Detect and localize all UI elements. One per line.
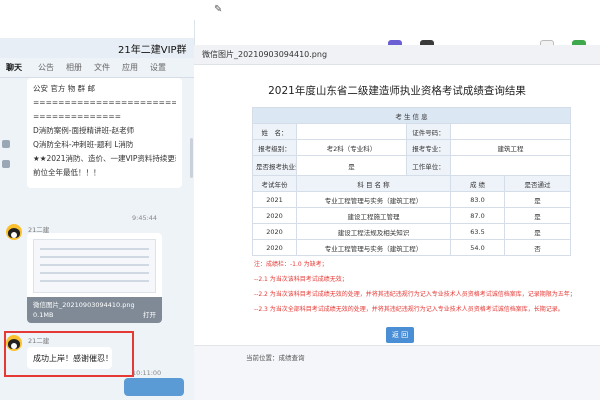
exam-year: 2020 bbox=[252, 223, 297, 240]
column-header: 是否通过 bbox=[503, 175, 572, 192]
major-label: 报考专业： bbox=[406, 139, 451, 156]
column-header: 考试年份 bbox=[252, 175, 297, 192]
notice-line: 前位全年最低！！！ bbox=[33, 168, 101, 177]
result-page-title: 2021年度山东省二级建造师执业资格考试成绩查询结果 bbox=[268, 85, 526, 97]
exam-year: 2020 bbox=[252, 207, 297, 224]
pass-status: 是 bbox=[503, 191, 572, 208]
exam-year: 2021 bbox=[252, 191, 297, 208]
tab-notice[interactable]: 公告 bbox=[38, 62, 54, 73]
footer-location: 当前位置：成绩查询 bbox=[246, 354, 305, 362]
notice-line: D消防案例-面授精讲班-赵老师 bbox=[33, 126, 135, 135]
image-viewer-window: 微信图片_20210903094410.png 2021年度山东省二级建造师执业… bbox=[194, 45, 600, 400]
user-avatar-icon[interactable] bbox=[6, 224, 22, 240]
chat-tab-bar: 聊天 公告 相册 文件 应用 设置 bbox=[0, 58, 194, 78]
note-line: --2.2 为当次该科目考试成绩无效的处理，并将其违纪违规行为记入专业技术人员资… bbox=[254, 291, 576, 298]
notice-line: ★★2021消防、造价、一建VIP资料持续更新 bbox=[33, 154, 176, 163]
chat-scrollbar[interactable] bbox=[190, 138, 193, 178]
id-value bbox=[449, 123, 572, 140]
tab-settings[interactable]: 设置 bbox=[150, 62, 166, 73]
exam-year: 2020 bbox=[252, 239, 297, 256]
subject-name: 建设工程法规及相关知识 bbox=[296, 223, 451, 240]
tab-apps[interactable]: 应用 bbox=[122, 62, 138, 73]
window-divider bbox=[194, 20, 195, 45]
tab-files[interactable]: 文件 bbox=[94, 62, 110, 73]
image-caption: 微信图片_20210903094410.png 0.1MB 打开 bbox=[27, 297, 162, 323]
chat-window: 21年二建VIP群 聊天 公告 相册 文件 应用 设置 公安 官方 物 群 邮 … bbox=[0, 38, 194, 400]
tab-album[interactable]: 相册 bbox=[66, 62, 82, 73]
column-header: 科 目 名 称 bbox=[296, 175, 451, 192]
highlight-box bbox=[4, 331, 134, 377]
table-row: 2021 专业工程管理与实务（建筑工程） 83.0 是 bbox=[252, 191, 572, 208]
image-filename: 微信图片_20210903094410.png bbox=[33, 301, 135, 309]
return-button[interactable]: 返 回 bbox=[386, 327, 414, 343]
pen-icon[interactable]: ✎ bbox=[214, 4, 222, 15]
note-line: --2.3 为当次全部科目考试成绩无效的处理，并将其违纪违规行为记入专业技术人员… bbox=[254, 306, 564, 313]
desktop-top-area bbox=[0, 0, 600, 38]
message-timestamp: 10:11:00 bbox=[132, 369, 162, 377]
viewer-file-title: 微信图片_20210903094410.png bbox=[202, 50, 328, 59]
score: 54.0 bbox=[450, 239, 505, 256]
chat-message-area[interactable]: 公安 官方 物 群 邮 ========================2021… bbox=[0, 78, 194, 400]
table-row: 2020 建设工程施工管理 87.0 是 bbox=[252, 207, 572, 224]
column-header: 成 绩 bbox=[450, 175, 505, 192]
pass-status: 是 bbox=[503, 223, 572, 240]
notice-line: Q消防全科-冲刺班-题利 L消防 bbox=[33, 140, 134, 149]
pass-status: 是 bbox=[503, 207, 572, 224]
note-line: 注：成绩栏：-1.0 为缺考； bbox=[254, 261, 328, 268]
tab-chat[interactable]: 聊天 bbox=[6, 62, 22, 73]
score-table: 考 生 信 息 姓 名： 证件号码： 报考级别： 考2科（专业科） 报考专业： … bbox=[251, 107, 572, 256]
id-label: 证件号码： bbox=[406, 123, 451, 140]
level-label: 报考级别： bbox=[252, 139, 297, 156]
viewer-footer: 当前位置：成绩查询 bbox=[194, 345, 600, 400]
table-row: 2020 建设工程法规及相关知识 63.5 是 bbox=[252, 223, 572, 240]
side-icon[interactable] bbox=[2, 160, 10, 168]
section-header: 考 生 信 息 bbox=[251, 107, 572, 124]
own-message-bubble[interactable] bbox=[124, 378, 184, 396]
score: 87.0 bbox=[450, 207, 505, 224]
score: 83.0 bbox=[450, 191, 505, 208]
notice-line: ========================2021【消防VI bbox=[33, 98, 176, 107]
image-message[interactable]: 微信图片_20210903094410.png 0.1MB 打开 bbox=[27, 233, 162, 323]
pass-status: 否 bbox=[503, 239, 572, 256]
table-row: 2020 专业工程管理与实务（建筑工程） 54.0 否 bbox=[252, 239, 572, 256]
exempt-value: 是 bbox=[296, 155, 407, 176]
name-value bbox=[296, 123, 407, 140]
side-icon[interactable] bbox=[2, 140, 10, 148]
chat-titlebar: 21年二建VIP群 bbox=[0, 38, 194, 58]
image-size: 0.1MB bbox=[33, 311, 54, 319]
subject-name: 建设工程施工管理 bbox=[296, 207, 451, 224]
open-image-link[interactable]: 打开 bbox=[143, 310, 156, 320]
image-file-icon bbox=[33, 239, 156, 293]
major-value: 建筑工程 bbox=[449, 139, 572, 156]
viewer-titlebar: 微信图片_20210903094410.png bbox=[194, 45, 600, 65]
level-value: 考2科（专业科） bbox=[296, 139, 407, 156]
exempt-label: 是否报考执业资格： bbox=[252, 155, 297, 176]
work-value bbox=[449, 155, 572, 176]
chat-group-title: 21年二建VIP群 bbox=[118, 45, 187, 56]
note-line: --2.1 为当次该科目考试成绩无效； bbox=[254, 276, 348, 283]
message-timestamp: 9:45:44 bbox=[132, 214, 158, 222]
score: 63.5 bbox=[450, 223, 505, 240]
notice-line: ============== bbox=[33, 112, 121, 121]
subject-name: 专业工程管理与实务（建筑工程） bbox=[296, 239, 451, 256]
announcement-message[interactable]: 公安 官方 物 群 邮 ========================2021… bbox=[27, 78, 182, 188]
subject-name: 专业工程管理与实务（建筑工程） bbox=[296, 191, 451, 208]
notice-line: 公安 官方 物 群 邮 bbox=[33, 84, 96, 93]
name-label: 姓 名： bbox=[252, 123, 297, 140]
work-label: 工作单位： bbox=[406, 155, 451, 176]
